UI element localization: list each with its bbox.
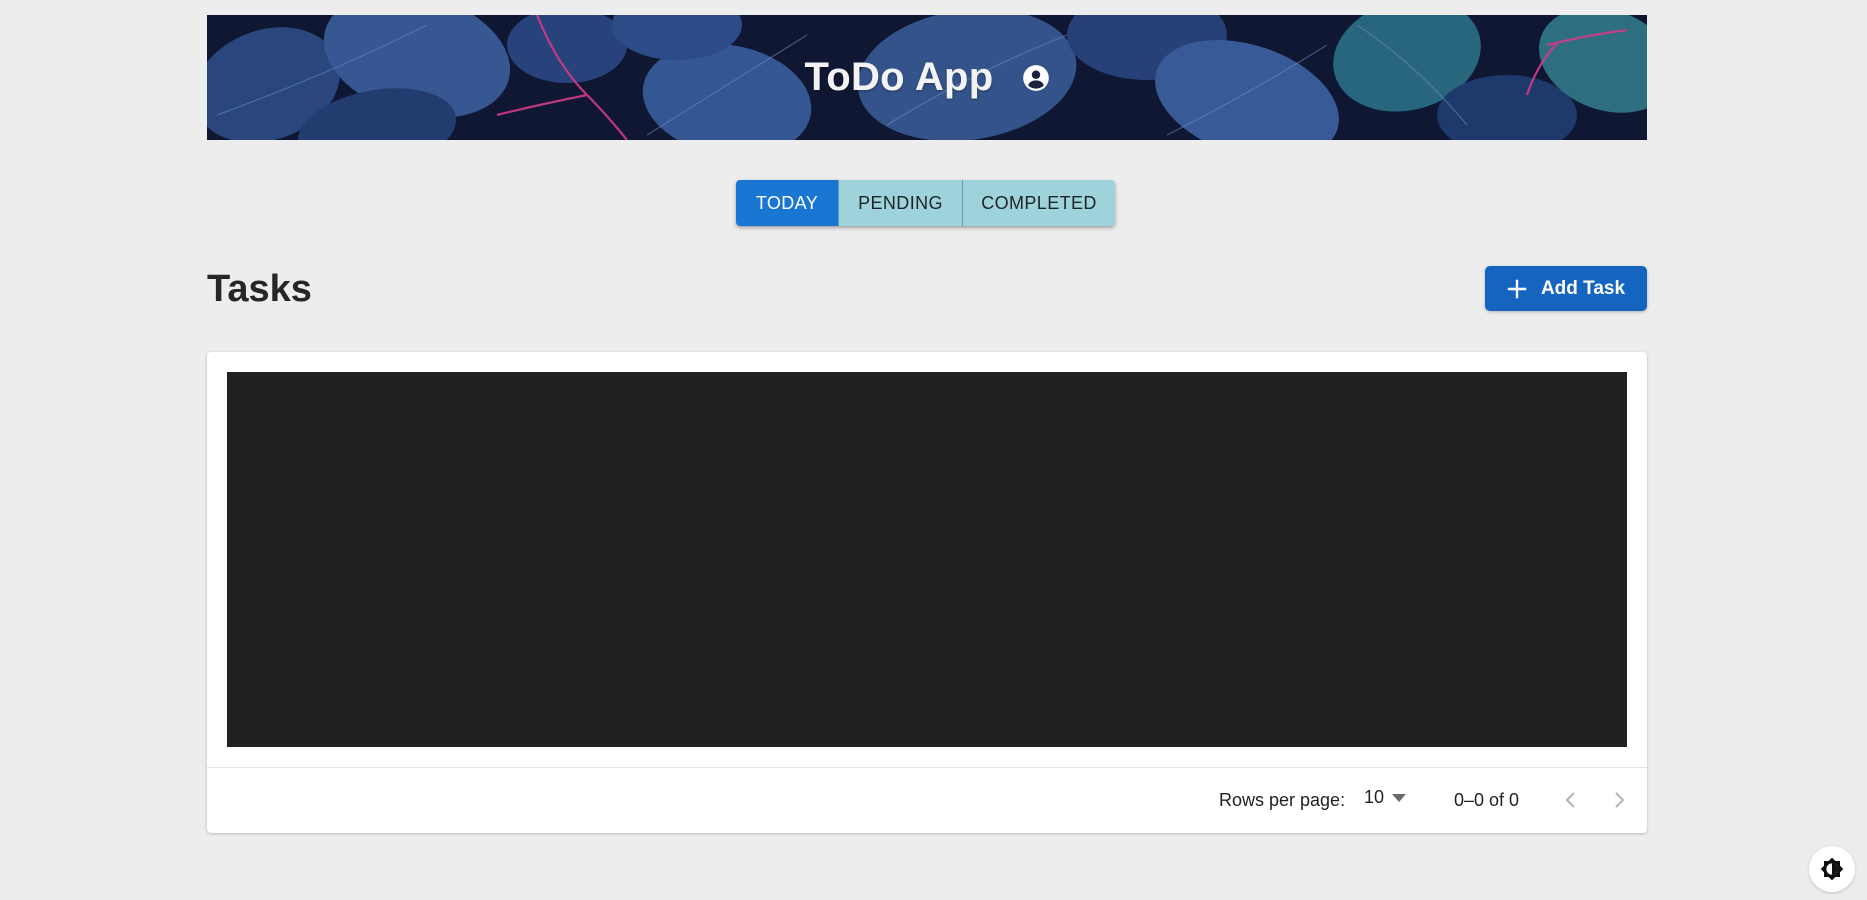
brightness-icon — [1820, 857, 1844, 881]
chevron-right-icon — [1615, 792, 1625, 808]
plus-icon — [1507, 279, 1527, 298]
add-task-button[interactable]: Add Task — [1485, 266, 1647, 311]
page-title: Tasks — [207, 268, 312, 310]
rows-per-page-label: Rows per page: — [1219, 790, 1346, 810]
pagination-bar: Rows per page: 10 0–0 of 0 — [207, 768, 1647, 833]
rows-per-page-select[interactable]: 10 — [1364, 787, 1407, 808]
tab-completed[interactable]: COMPLETED — [962, 180, 1115, 226]
theme-toggle-button[interactable] — [1809, 846, 1855, 892]
add-task-label: Add Task — [1540, 277, 1626, 299]
tasks-table-card: Rows per page: 10 0–0 of 0 — [207, 352, 1647, 833]
header-banner: ToDo App — [207, 15, 1647, 140]
chevron-left-icon — [1565, 792, 1575, 808]
caret-down-icon — [1392, 793, 1407, 802]
app-title: ToDo App — [804, 55, 994, 99]
pagination-range: 0–0 of 0 — [1454, 790, 1520, 810]
account-circle-icon[interactable] — [1022, 64, 1050, 92]
previous-page-button[interactable] — [1557, 786, 1583, 814]
tab-pending[interactable]: PENDING — [838, 180, 962, 226]
next-page-button[interactable] — [1607, 786, 1633, 814]
tab-today[interactable]: TODAY — [736, 180, 838, 226]
rows-per-page-value: 10 — [1364, 787, 1385, 807]
tasks-grid[interactable] — [227, 372, 1627, 747]
filter-tabs: TODAY PENDING COMPLETED — [736, 180, 1115, 226]
